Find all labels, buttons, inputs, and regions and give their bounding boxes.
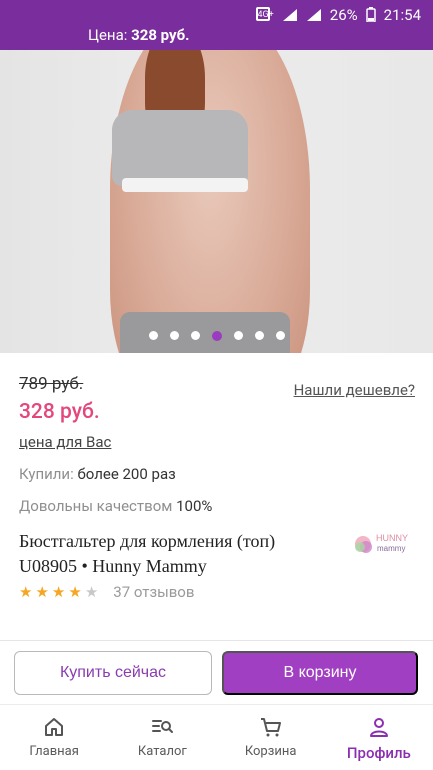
gallery-dot[interactable] xyxy=(233,331,243,340)
nav-label-catalog: Каталог xyxy=(137,744,187,759)
nav-label-profile: Профиль xyxy=(346,744,411,762)
title-row: Бюстгальтер для кормления (топ) U08905 •… xyxy=(19,529,415,579)
signal-icon xyxy=(282,8,298,22)
bought-value: более 200 раз xyxy=(77,465,176,483)
star-filled-icon: ★ xyxy=(68,583,82,601)
bought-count: Купили: более 200 раз xyxy=(19,465,415,483)
gallery-dot[interactable] xyxy=(254,331,264,340)
your-price-link[interactable]: цена для Вас xyxy=(19,433,415,451)
star-filled-icon: ★ xyxy=(19,583,33,601)
buy-now-button[interactable]: Купить сейчас xyxy=(14,651,212,695)
product-photo-bra-band xyxy=(122,178,248,192)
gallery-dot[interactable] xyxy=(275,331,285,340)
svg-text:mammy: mammy xyxy=(377,544,405,553)
catalog-search-icon xyxy=(152,720,174,733)
product-image-gallery[interactable] xyxy=(0,50,433,353)
nav-label-cart: Корзина xyxy=(244,744,297,759)
gallery-dot[interactable] xyxy=(169,331,179,340)
nav-item-home[interactable]: Главная xyxy=(0,705,108,770)
product-photo-bra xyxy=(112,110,248,186)
bottom-nav: Главная Каталог Корзина Профиль xyxy=(0,704,433,770)
product-title: Бюстгальтер для кормления (топ) U08905 •… xyxy=(19,531,276,576)
header-price-value: 328 руб. xyxy=(131,26,190,44)
gallery-dots xyxy=(0,331,433,341)
product-info: 789 руб. Нашли дешевле? 328 руб. цена дл… xyxy=(19,374,415,601)
rating-row[interactable]: ★ ★ ★ ★ ★ 37 отзывов xyxy=(19,583,415,601)
star-filled-icon: ★ xyxy=(51,583,66,601)
brand-logo-icon[interactable]: HUNNY mammy xyxy=(351,530,413,560)
product-photo xyxy=(110,50,310,353)
signal-icon-2 xyxy=(306,8,322,22)
nav-item-catalog[interactable]: Каталог xyxy=(108,705,216,770)
header-price-label: Цена: xyxy=(88,26,128,44)
satisfied-value: 100% xyxy=(176,497,213,515)
nav-item-profile[interactable]: Профиль xyxy=(325,705,433,770)
gallery-dot[interactable] xyxy=(190,331,200,340)
nav-item-cart[interactable]: Корзина xyxy=(217,705,325,770)
action-bar: Купить сейчас В корзину xyxy=(0,640,433,704)
add-to-cart-button[interactable]: В корзину xyxy=(222,651,418,695)
svg-text:HUNNY: HUNNY xyxy=(376,533,408,543)
star-empty-icon: ★ xyxy=(84,583,99,601)
profile-icon xyxy=(369,718,388,737)
find-cheaper-link[interactable]: Нашли дешевле? xyxy=(294,381,415,399)
new-price: 328 руб. xyxy=(19,400,100,424)
gallery-dot-active[interactable] xyxy=(211,331,222,341)
satisfied-label: Довольны качеством xyxy=(19,497,173,515)
satisfaction: Довольны качеством 100% xyxy=(19,497,415,515)
bought-label: Купили: xyxy=(19,465,74,483)
gallery-notification-icon xyxy=(256,7,270,21)
header-price-bar: Цена: 328 руб. xyxy=(0,22,433,50)
battery-icon xyxy=(365,7,376,23)
home-icon xyxy=(45,718,64,736)
nav-label-home: Главная xyxy=(29,744,79,759)
gallery-dot[interactable] xyxy=(148,331,158,340)
star-filled-icon: ★ xyxy=(35,583,49,601)
reviews-count[interactable]: 37 отзывов xyxy=(113,583,194,601)
cart-icon xyxy=(260,718,281,737)
